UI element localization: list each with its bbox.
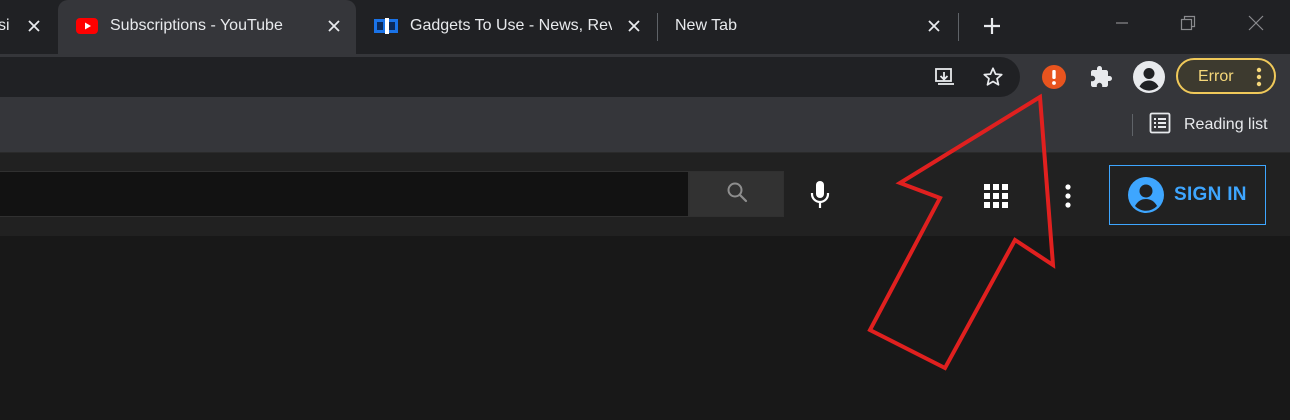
- annotation-arrow: [867, 93, 1056, 371]
- annotation-arrow-outline: [867, 93, 1056, 371]
